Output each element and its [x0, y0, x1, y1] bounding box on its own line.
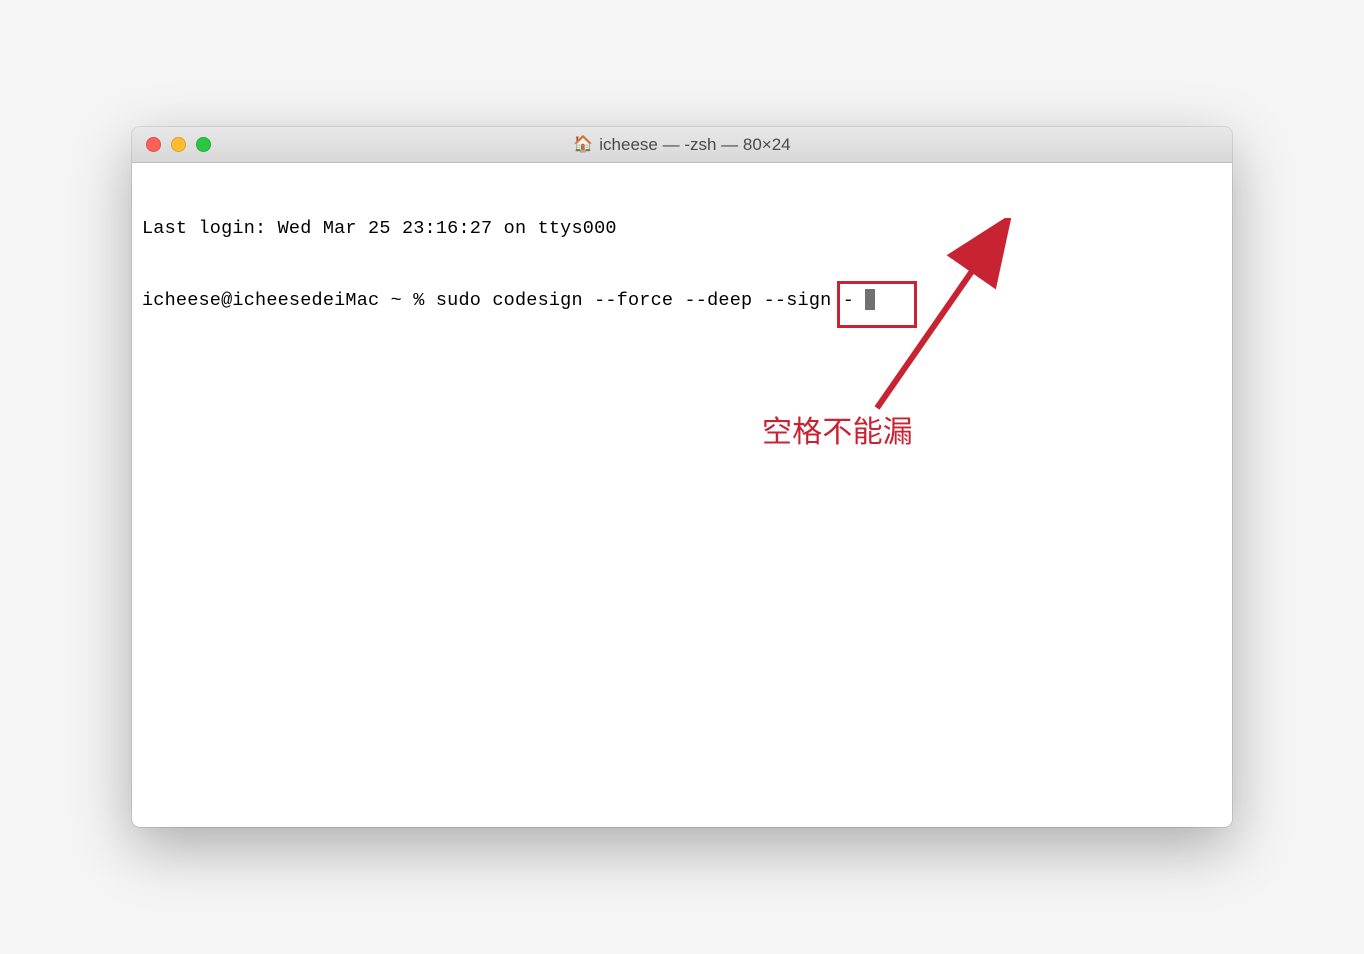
home-icon: 🏠 — [573, 137, 593, 153]
command-line: icheese@icheesedeiMac ~ % sudo codesign … — [142, 289, 1222, 313]
window-title: 🏠 icheese — -zsh — 80×24 — [132, 135, 1232, 155]
minimize-button[interactable] — [171, 137, 186, 152]
last-login-line: Last login: Wed Mar 25 23:16:27 on ttys0… — [142, 217, 1222, 241]
window-titlebar[interactable]: 🏠 icheese — -zsh — 80×24 — [132, 127, 1232, 163]
command-text: sudo codesign --force --deep --sign — [436, 289, 843, 313]
terminal-content[interactable]: Last login: Wed Mar 25 23:16:27 on ttys0… — [132, 163, 1232, 827]
window-title-text: icheese — -zsh — 80×24 — [599, 135, 790, 155]
terminal-prompt: icheese@icheesedeiMac ~ % — [142, 289, 436, 313]
terminal-window: 🏠 icheese — -zsh — 80×24 Last login: Wed… — [132, 127, 1232, 827]
command-suffix-wrap: - — [843, 289, 876, 313]
command-suffix: - — [843, 290, 866, 311]
terminal-cursor — [865, 289, 875, 310]
annotation-arrow — [867, 218, 1067, 448]
annotation-label: 空格不能漏 — [762, 413, 913, 452]
zoom-button[interactable] — [196, 137, 211, 152]
close-button[interactable] — [146, 137, 161, 152]
